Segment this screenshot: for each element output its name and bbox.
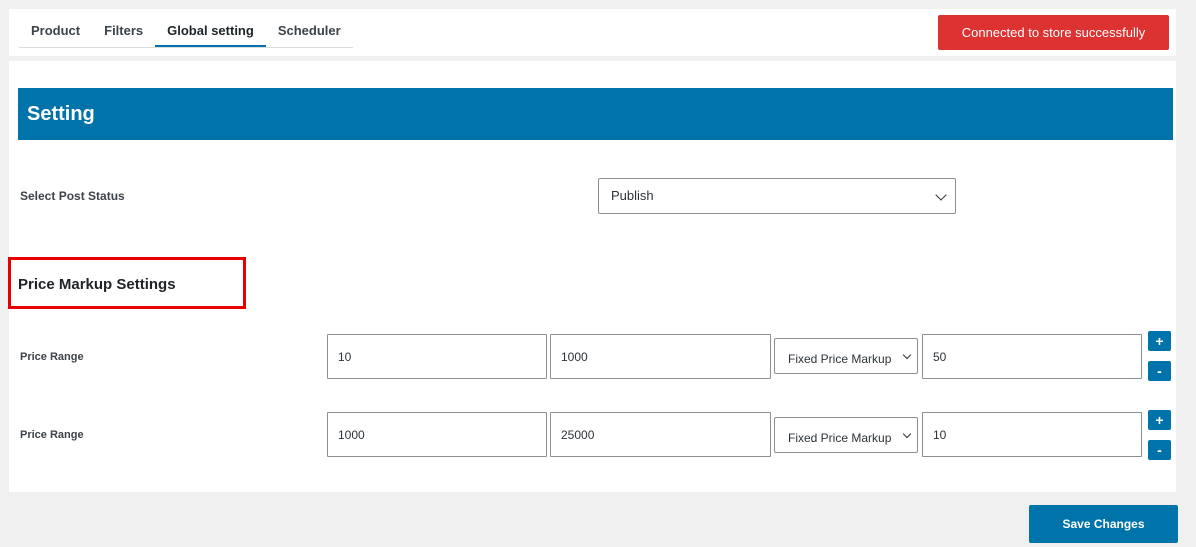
- add-row-button[interactable]: +: [1148, 410, 1171, 430]
- markup-type-value: Fixed Price Markup: [788, 352, 892, 366]
- tab-product[interactable]: Product: [19, 9, 92, 47]
- remove-row-button[interactable]: -: [1148, 361, 1171, 381]
- price-from-input[interactable]: [327, 412, 547, 457]
- price-range-label: Price Range: [20, 351, 84, 363]
- price-to-input[interactable]: [550, 412, 771, 457]
- save-changes-button[interactable]: Save Changes: [1029, 505, 1178, 543]
- chevron-down-icon: [902, 429, 912, 439]
- tab-global-setting[interactable]: Global setting: [155, 9, 266, 47]
- price-range-label: Price Range: [20, 429, 84, 441]
- price-from-input[interactable]: [327, 334, 547, 379]
- tab-scheduler[interactable]: Scheduler: [266, 9, 353, 47]
- tab-bar: Product Filters Global setting Scheduler: [19, 9, 353, 48]
- add-row-button[interactable]: +: [1148, 331, 1171, 351]
- post-status-label: Select Post Status: [20, 189, 125, 203]
- chevron-down-icon: [935, 189, 947, 201]
- price-markup-title: Price Markup Settings: [18, 276, 176, 293]
- markup-type-select[interactable]: Fixed Price Markup: [774, 417, 918, 453]
- post-status-select[interactable]: Publish: [598, 178, 956, 214]
- markup-amount-input[interactable]: [922, 412, 1142, 457]
- markup-amount-input[interactable]: [922, 334, 1142, 379]
- remove-row-button[interactable]: -: [1148, 440, 1171, 460]
- banner-title: Setting: [27, 103, 95, 125]
- post-status-value: Publish: [611, 188, 654, 203]
- chevron-down-icon: [902, 350, 912, 360]
- markup-type-value: Fixed Price Markup: [788, 431, 892, 445]
- settings-panel: Setting Select Post Status Publish Price…: [8, 61, 1176, 492]
- price-to-input[interactable]: [550, 334, 771, 379]
- connection-status-button[interactable]: Connected to store successfully: [938, 15, 1169, 50]
- markup-type-select[interactable]: Fixed Price Markup: [774, 338, 918, 374]
- top-bar: Product Filters Global setting Scheduler…: [9, 9, 1176, 56]
- setting-banner: Setting: [18, 88, 1173, 140]
- tab-filters[interactable]: Filters: [92, 9, 155, 47]
